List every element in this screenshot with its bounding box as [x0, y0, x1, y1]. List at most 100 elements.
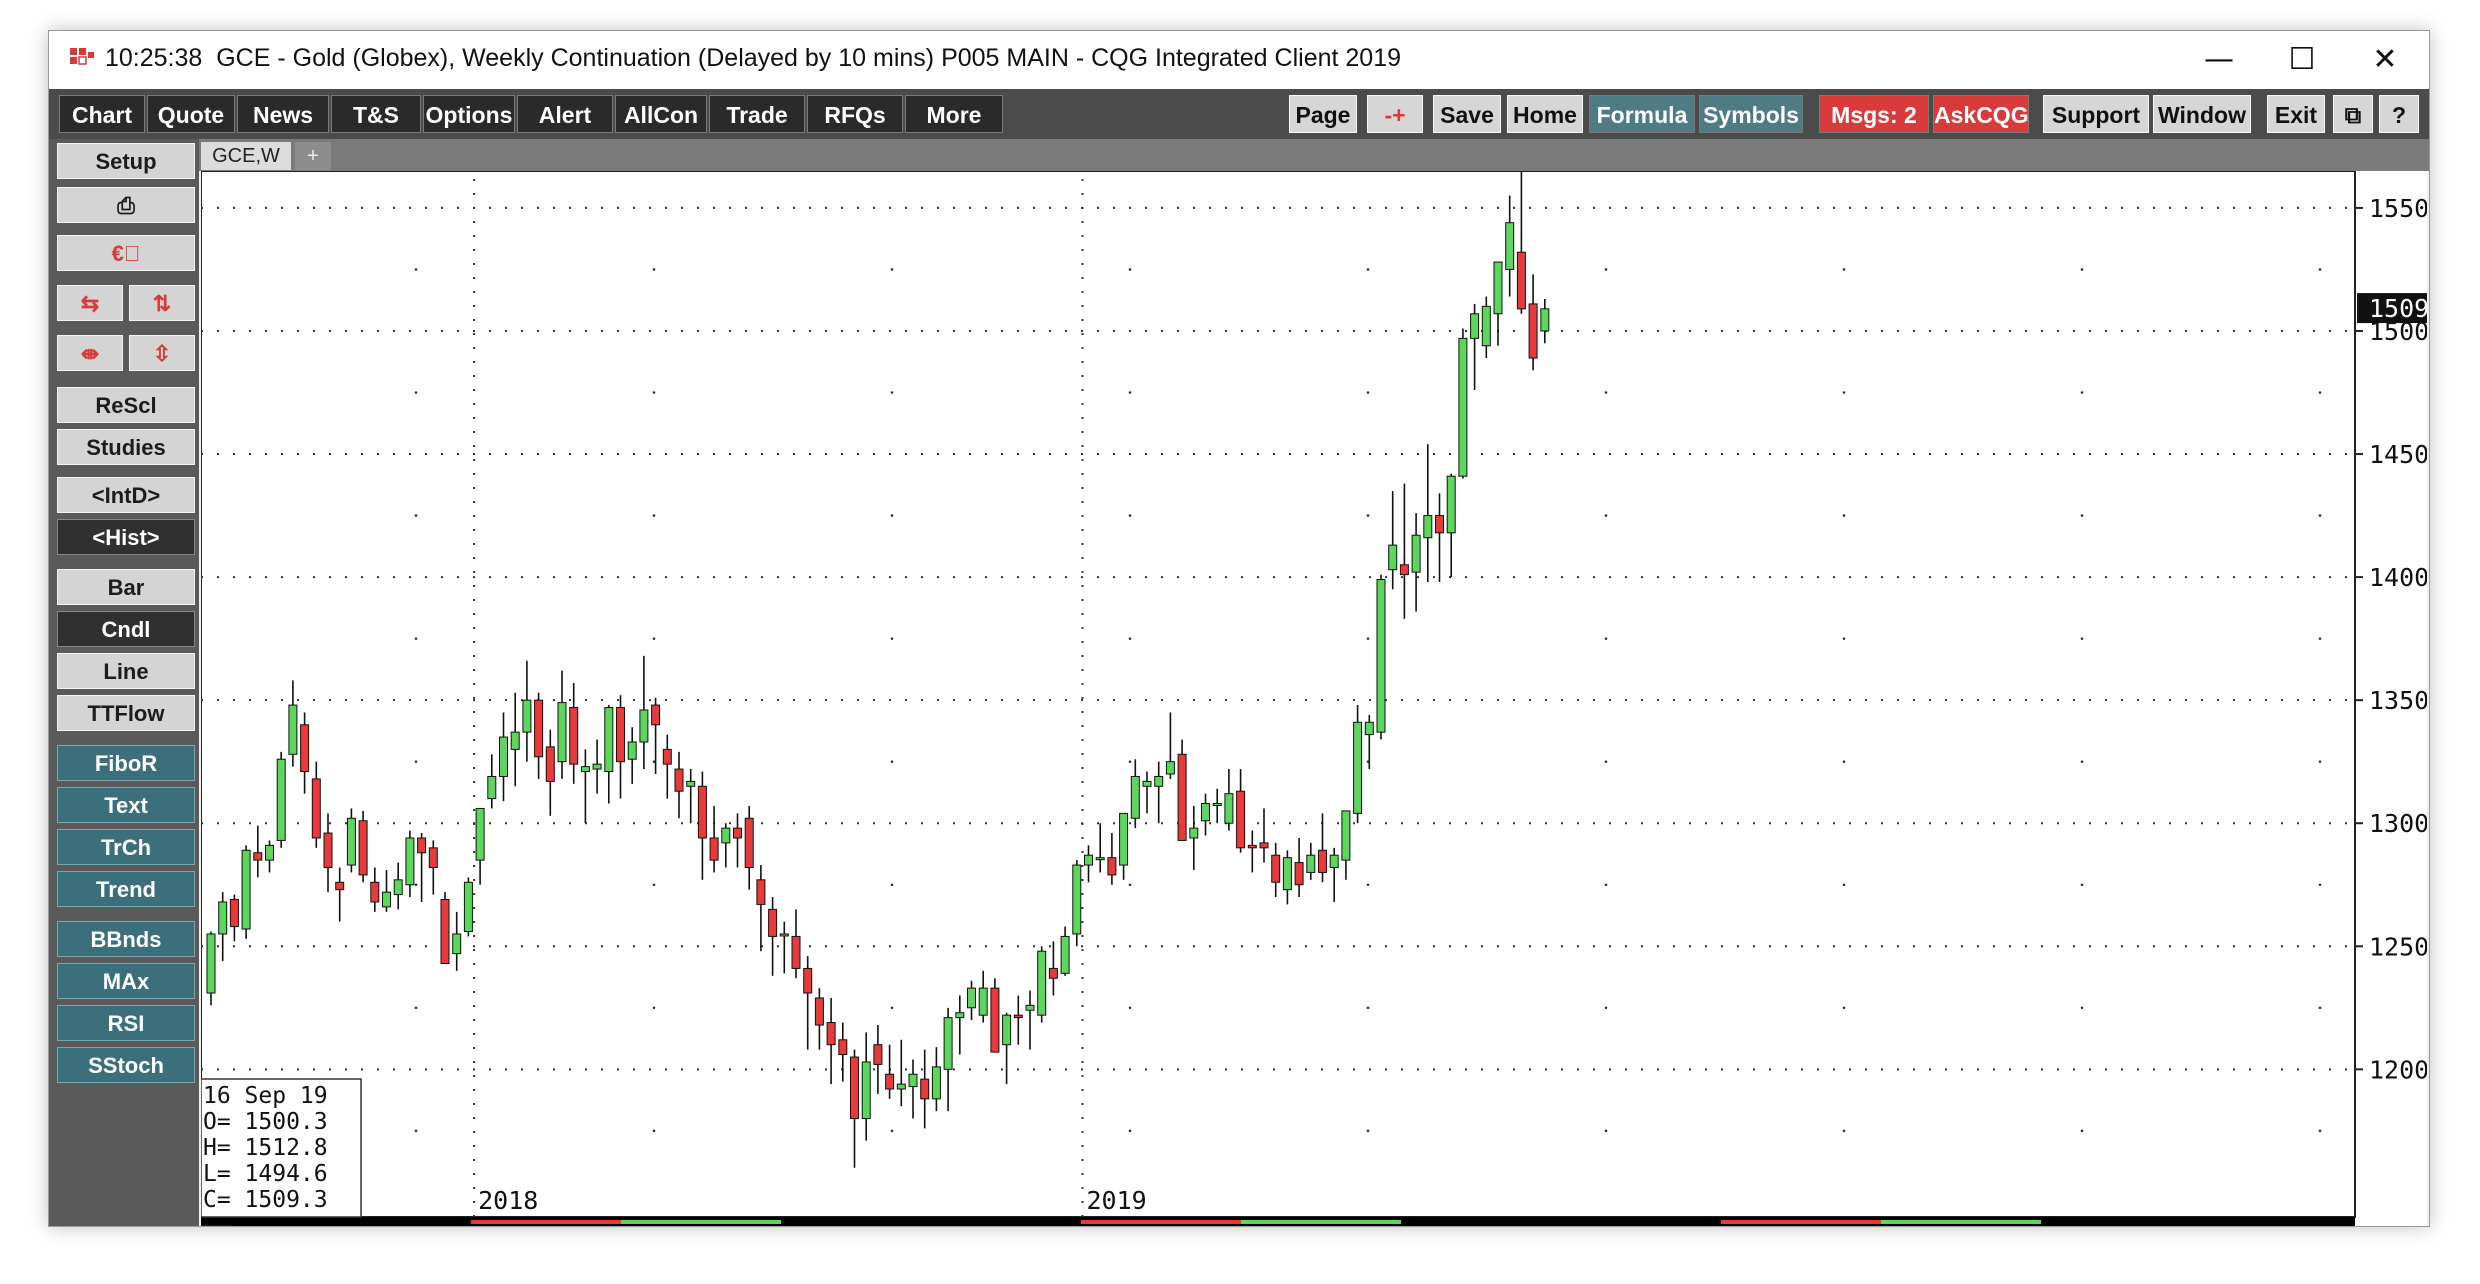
- grid-dot: [1604, 637, 1608, 640]
- candle-body: [756, 879, 766, 905]
- askcqg-button[interactable]: AskCQG: [1933, 95, 2029, 133]
- swap-horizontal-icon[interactable]: ⇆: [57, 285, 123, 321]
- options-button[interactable]: Options: [423, 95, 515, 133]
- rfqs-button[interactable]: RFQs: [807, 95, 903, 133]
- stochastic-button[interactable]: SStoch: [57, 1047, 195, 1083]
- add-tab-button[interactable]: +: [295, 142, 331, 170]
- intraday-button[interactable]: <IntD>: [57, 477, 195, 513]
- page-button[interactable]: Page: [1289, 95, 1357, 133]
- candle-body: [838, 1039, 848, 1056]
- grid-dot: [890, 1129, 894, 1133]
- grid-dot: [1604, 268, 1608, 271]
- candlestick-chart[interactable]: 1550.01500.01450.01400.01350.01300.01250…: [200, 170, 2480, 1259]
- candle-body: [943, 1017, 953, 1070]
- print-icon[interactable]: ⎙: [57, 187, 195, 223]
- expand-horizontal-icon[interactable]: ⇼: [57, 335, 123, 371]
- trend-button[interactable]: Trend: [57, 871, 195, 907]
- plusminus-button[interactable]: -+: [1367, 95, 1423, 133]
- candle-body: [744, 817, 754, 869]
- save-button[interactable]: Save: [1433, 95, 1501, 133]
- volume-strip-1: [621, 1220, 781, 1224]
- expand-vertical-icon[interactable]: ⇳: [129, 335, 195, 371]
- rsi-button[interactable]: RSI: [57, 1005, 195, 1041]
- allcon-button[interactable]: AllCon: [615, 95, 707, 133]
- line-chart-button[interactable]: Line: [57, 653, 195, 689]
- candle-body: [709, 837, 719, 861]
- messages-button[interactable]: Msgs: 2: [1819, 95, 1929, 133]
- candle-body: [1084, 854, 1093, 866]
- home-button[interactable]: Home: [1507, 95, 1583, 133]
- grid-dot: [1128, 760, 1132, 763]
- moving-average-button[interactable]: MAx: [57, 963, 195, 999]
- fibor-button[interactable]: FiboR: [57, 745, 195, 781]
- candle-body: [463, 881, 473, 933]
- grid-dot: [1366, 1006, 1370, 1010]
- news-button[interactable]: News: [237, 95, 329, 133]
- quote-button[interactable]: Quote: [147, 95, 235, 133]
- volume-strip-5: [1881, 1220, 2041, 1224]
- window-button[interactable]: Window: [2153, 95, 2251, 133]
- symbols-button[interactable]: Symbols: [1699, 95, 1803, 133]
- grid-dot: [652, 268, 656, 271]
- trade-button[interactable]: Trade: [709, 95, 805, 133]
- trch-button[interactable]: TrCh: [57, 829, 195, 865]
- grid-dot: [1366, 637, 1370, 640]
- grid-dot: [890, 1006, 894, 1010]
- exit-button[interactable]: Exit: [2267, 95, 2325, 133]
- studies-button[interactable]: Studies: [57, 429, 195, 465]
- setup-button[interactable]: Setup: [57, 143, 195, 179]
- restore-icon[interactable]: ⧉: [2333, 95, 2373, 133]
- text-tool-button[interactable]: Text: [57, 787, 195, 823]
- candle-body: [1212, 803, 1222, 807]
- grid-dot: [1842, 760, 1846, 763]
- candle-body: [1353, 721, 1363, 814]
- historical-button[interactable]: <Hist>: [57, 519, 195, 555]
- candle-body: [885, 1073, 895, 1090]
- title-bar: 10:25:38 GCE - Gold (Globex), Weekly Con…: [49, 31, 2429, 89]
- tab-gce-weekly[interactable]: GCE,W: [201, 142, 291, 170]
- candle-body: [1341, 810, 1351, 861]
- info-high: H= 1512.8: [203, 1135, 328, 1161]
- volume-strip-4: [1721, 1220, 1881, 1224]
- candle-body: [440, 899, 450, 964]
- chart-button[interactable]: Chart: [59, 95, 145, 133]
- candle-body: [1282, 857, 1292, 891]
- chart-area[interactable]: 1550.01500.01450.01400.01350.01300.01250…: [200, 170, 2480, 1259]
- minimize-button[interactable]: —: [2177, 35, 2261, 85]
- tands-button[interactable]: T&S: [331, 95, 421, 133]
- candle-body: [1364, 721, 1374, 736]
- grid-dot: [890, 637, 894, 640]
- bollinger-button[interactable]: BBnds: [57, 921, 195, 957]
- formula-button[interactable]: Formula: [1589, 95, 1695, 133]
- candle-body: [1423, 515, 1433, 539]
- grid-dot: [1604, 760, 1608, 763]
- grid-dot: [414, 1006, 418, 1010]
- candle-body: [651, 704, 661, 726]
- export-icon[interactable]: €⃒: [57, 235, 195, 271]
- candle-chart-button[interactable]: Cndl: [57, 611, 195, 647]
- candle-body: [662, 748, 672, 765]
- support-button[interactable]: Support: [2043, 95, 2149, 133]
- candle-100: [1376, 574, 1386, 740]
- title-label: GCE - Gold (Globex), Weekly Continuation…: [216, 44, 1402, 72]
- maximize-button[interactable]: ☐: [2260, 35, 2344, 85]
- rescale-button[interactable]: ReScl: [57, 387, 195, 423]
- candle-body: [1271, 854, 1281, 883]
- grid-dot: [2080, 760, 2084, 763]
- candle-body: [1259, 842, 1269, 849]
- y-tick-label-0: 1550.0: [2369, 194, 2427, 223]
- alert-button[interactable]: Alert: [517, 95, 613, 133]
- bar-chart-button[interactable]: Bar: [57, 569, 195, 605]
- candle-body: [990, 987, 1000, 1053]
- candle-20: [440, 892, 450, 964]
- candle-body: [417, 837, 427, 854]
- more-button[interactable]: More: [905, 95, 1003, 133]
- main-toolbar: Chart Quote News T&S Options Alert AllCo…: [49, 89, 2429, 139]
- help-button[interactable]: ?: [2379, 95, 2419, 133]
- close-button[interactable]: ✕: [2343, 35, 2427, 85]
- grid-dot: [414, 760, 418, 763]
- candle-body: [674, 768, 684, 792]
- candle-body: [1224, 793, 1234, 824]
- swap-vertical-icon[interactable]: ⇅: [129, 285, 195, 321]
- ttflow-button[interactable]: TTFlow: [57, 695, 195, 731]
